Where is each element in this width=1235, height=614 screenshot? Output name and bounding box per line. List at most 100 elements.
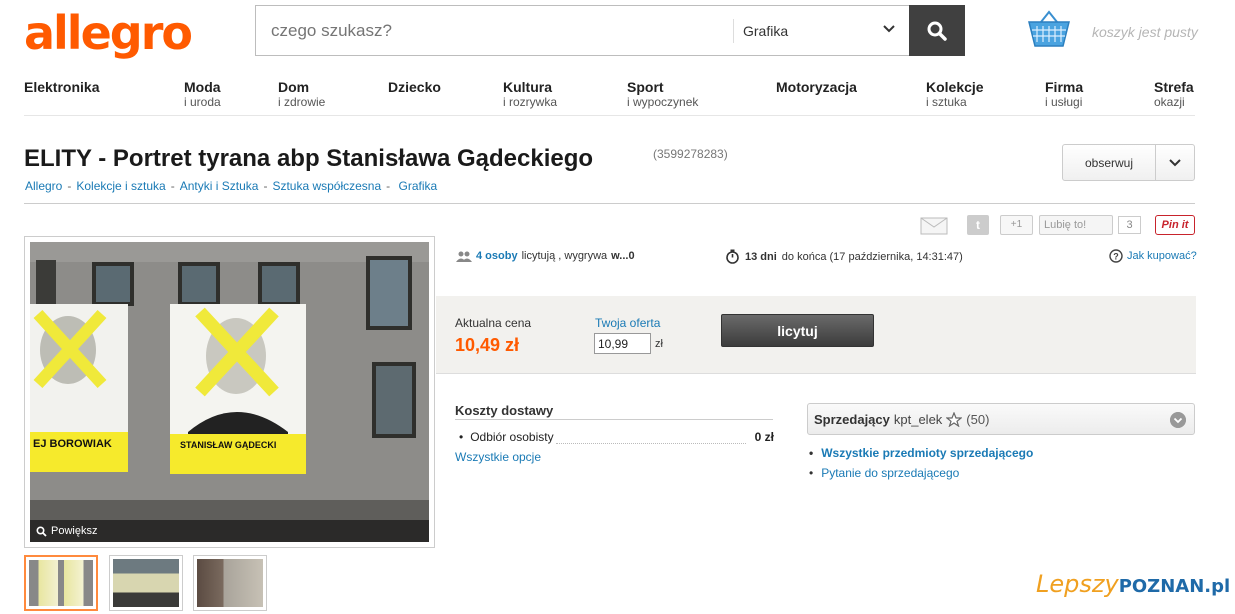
facebook-like-button[interactable]: Lubię to! (1039, 215, 1113, 235)
observe-label: obserwuj (1084, 156, 1134, 170)
nav-label: Firma (1045, 79, 1084, 95)
facebook-like-label: Lubię to! (1044, 219, 1087, 231)
magnifier-icon (36, 525, 47, 537)
search-button[interactable] (909, 5, 965, 56)
seller-nick[interactable]: kpt_elek (894, 412, 942, 427)
current-price: 10,49 zł (455, 335, 520, 355)
main-photo[interactable]: EJ BOROWIAK STANISŁAW GĄDECKI Powiększ (30, 242, 429, 542)
all-delivery-options-link[interactable]: Wszystkie opcje (455, 450, 541, 464)
nav-divider (24, 115, 1195, 116)
users-icon (456, 251, 472, 262)
breadcrumb-antyki[interactable]: Antyki i Sztuka (180, 179, 259, 193)
nav-sublabel: i uroda (184, 95, 221, 109)
nav-item-kultura[interactable]: Kultura i rozrywka (503, 80, 557, 110)
title-divider (24, 203, 1195, 204)
nav-item-dom[interactable]: Dom i zdrowie (278, 80, 325, 110)
email-share-icon[interactable] (920, 215, 948, 235)
breadcrumb: Allegro - Kolekcje i sztuka - Antyki i Sztuk… (25, 179, 438, 193)
twitter-share-button[interactable]: t (967, 215, 989, 235)
site-watermark: LepszyPOZNAN.pl (1036, 570, 1230, 598)
page-title: ELITY - Portret tyrana abp Stanisława Gą… (24, 145, 594, 172)
price-panel: Aktualna cena 10,49 zł Twoja oferta zł l… (436, 296, 1196, 374)
building-photo (30, 242, 429, 542)
zoom-label: Powiększ (51, 525, 98, 537)
delivery-option: Odbiór osobisty (459, 430, 553, 444)
observe-button[interactable]: obserwuj (1062, 144, 1195, 181)
search-icon (927, 21, 947, 41)
search-separator (733, 19, 734, 43)
star-icon (946, 411, 963, 427)
nav-item-dziecko[interactable]: Dziecko (388, 80, 441, 95)
nav-item-elektronika[interactable]: Elektronika (24, 80, 99, 95)
watermark-part2: POZNAN.pl (1118, 576, 1231, 597)
bidders-link[interactable]: 4 osoby (476, 250, 518, 262)
cart-status[interactable]: koszyk jest pusty (1092, 24, 1198, 40)
delivery-title: Koszty dostawy (455, 403, 554, 418)
current-price-label: Aktualna cena (455, 316, 532, 330)
thumbnail-3[interactable] (193, 555, 267, 611)
search-category-select[interactable]: Grafika (743, 23, 788, 39)
end-time: do końca (17 października, 14:31:47) (781, 250, 963, 263)
nav-item-kolekcje[interactable]: Kolekcje i sztuka (926, 80, 984, 110)
nav-item-firma[interactable]: Firma i usługi (1045, 80, 1083, 110)
days-left: 13 dni (745, 250, 777, 263)
pinterest-button[interactable]: Pin it (1155, 215, 1195, 235)
category-nav: Elektronika Moda i uroda Dom i zdrowie Dzi… (0, 80, 1235, 112)
nav-sublabel: i rozrywka (503, 95, 558, 109)
ask-seller-link[interactable]: Pytanie do sprzedającego (809, 466, 959, 480)
how-to-buy-link[interactable]: ? Jak kupować? (1109, 249, 1197, 263)
nav-sublabel: i usługi (1045, 95, 1083, 109)
delivery-price: 0 zł (754, 430, 774, 444)
nav-sublabel: i zdrowie (278, 95, 326, 109)
nav-label: Kultura (503, 79, 552, 95)
allegro-logo[interactable]: allegro (24, 6, 193, 60)
gplus-button[interactable]: +1 (1000, 215, 1033, 235)
thumbnail-1[interactable] (24, 555, 98, 611)
bidders-info: 4 osoby licytują , wygrywa w...0 (456, 250, 635, 262)
nav-label: Dom (278, 79, 310, 95)
breadcrumb-sztuka-wspolczesna[interactable]: Sztuka współczesna (272, 179, 381, 193)
svg-text:?: ? (1113, 252, 1119, 262)
thumbnail-2[interactable] (109, 555, 183, 611)
stopwatch-icon (726, 249, 739, 264)
seller-box[interactable]: Sprzedający kpt_elek (50) (807, 403, 1195, 435)
observe-divider (1155, 145, 1156, 180)
basket-icon[interactable] (1027, 10, 1071, 50)
how-to-buy-label: Jak kupować? (1127, 250, 1197, 262)
delivery-option-row: Odbiór osobisty 0 zł (459, 430, 774, 444)
help-icon: ? (1109, 249, 1123, 263)
offer-input[interactable] (594, 333, 651, 354)
breadcrumb-kolekcje[interactable]: Kolekcje i sztuka (76, 179, 165, 193)
nav-item-strefa[interactable]: Strefa okazji (1154, 80, 1194, 110)
seller-all-items-link[interactable]: Wszystkie przedmioty sprzedającego (809, 446, 1033, 460)
search-bar: Grafika (255, 5, 965, 56)
time-remaining: 13 dni do końca (17 października, 14:31:… (725, 249, 963, 264)
bid-button[interactable]: licytuj (721, 314, 874, 347)
nav-sublabel: okazji (1154, 95, 1185, 109)
chevron-down-icon[interactable] (880, 20, 898, 38)
chevron-down-icon[interactable] (1170, 412, 1186, 428)
offer-currency: zł (655, 338, 663, 350)
your-offer-label[interactable]: Twoja oferta (595, 316, 660, 330)
zoom-bar[interactable]: Powiększ (30, 520, 429, 542)
nav-sublabel: i wypoczynek (627, 95, 699, 109)
delivery-divider (455, 419, 773, 420)
seller-label: Sprzedający (814, 411, 890, 427)
breadcrumb-allegro[interactable]: Allegro (25, 179, 62, 193)
chevron-down-icon[interactable] (1167, 154, 1183, 170)
nav-label: Elektronika (24, 79, 100, 95)
breadcrumb-grafika[interactable]: Grafika (399, 179, 438, 193)
nav-item-sport[interactable]: Sport i wypoczynek (627, 80, 698, 110)
nav-label: Sport (627, 79, 664, 95)
banner-left-text: EJ BOROWIAK (33, 438, 112, 450)
winner-name: w...0 (611, 250, 635, 262)
nav-sublabel: i sztuka (926, 95, 967, 109)
facebook-like-count: 3 (1118, 216, 1141, 234)
nav-item-moda[interactable]: Moda i uroda (184, 80, 221, 110)
bidders-text: licytują , wygrywa (521, 250, 608, 262)
seller-rating[interactable]: (50) (966, 412, 989, 427)
nav-item-motoryzacja[interactable]: Motoryzacja (776, 80, 857, 95)
nav-label: Moda (184, 79, 221, 95)
nav-label: Strefa (1154, 79, 1194, 95)
search-input[interactable] (256, 6, 732, 55)
